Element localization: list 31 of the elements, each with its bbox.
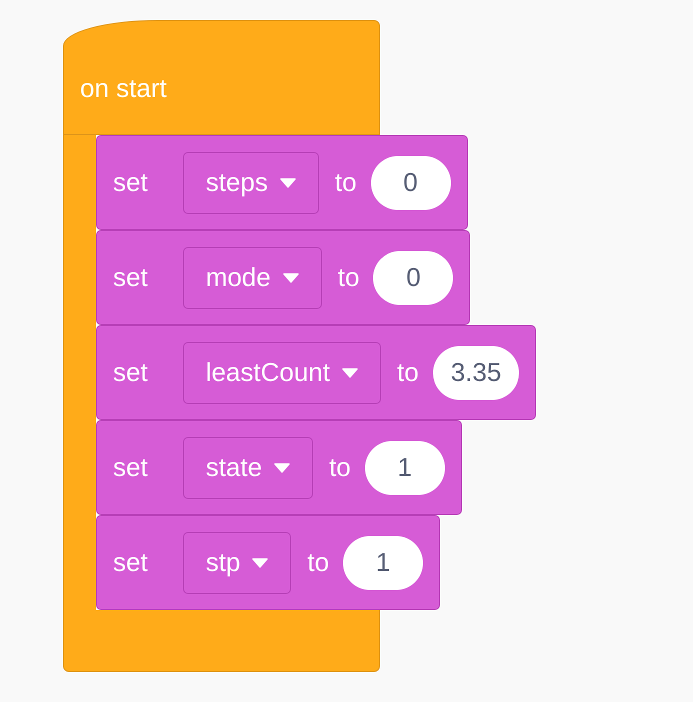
variable-dropdown[interactable]: state	[182, 436, 314, 498]
set-variable-block[interactable]: set steps to 0	[96, 135, 468, 230]
set-variable-block[interactable]: set stp to 1	[96, 515, 440, 610]
block-keyword: set	[113, 452, 148, 483]
block-keyword: set	[113, 262, 148, 293]
block-keyword: to	[307, 547, 330, 578]
caret-icon	[342, 368, 358, 378]
block-keyword: set	[113, 357, 148, 388]
block-keyword: to	[338, 262, 360, 293]
set-variable-block[interactable]: set leastCount to 3.35	[96, 325, 536, 420]
block-label: on start	[80, 73, 167, 104]
value-field[interactable]: 1	[364, 440, 445, 494]
caret-icon	[274, 462, 290, 472]
value-field[interactable]: 0	[370, 156, 451, 210]
caret-icon	[282, 272, 299, 282]
value-field[interactable]: 3.35	[432, 346, 520, 400]
variable-dropdown[interactable]: steps	[182, 152, 319, 214]
set-variable-block[interactable]: set mode to 0	[96, 230, 470, 325]
caret-icon	[252, 558, 268, 568]
value-field[interactable]: 1	[343, 536, 424, 590]
block-keyword: set	[113, 167, 148, 198]
variable-dropdown[interactable]: leastCount	[182, 342, 381, 404]
caret-icon	[280, 178, 296, 188]
value-field[interactable]: 0	[373, 250, 454, 304]
variable-dropdown[interactable]: stp	[182, 532, 292, 594]
block-keyword: to	[397, 357, 419, 388]
variable-dropdown[interactable]: mode	[182, 246, 322, 308]
block-keyword: set	[113, 547, 148, 578]
block-keyword: to	[334, 167, 357, 198]
set-variable-block[interactable]: set state to 1	[96, 420, 462, 515]
block-keyword: to	[329, 452, 351, 483]
